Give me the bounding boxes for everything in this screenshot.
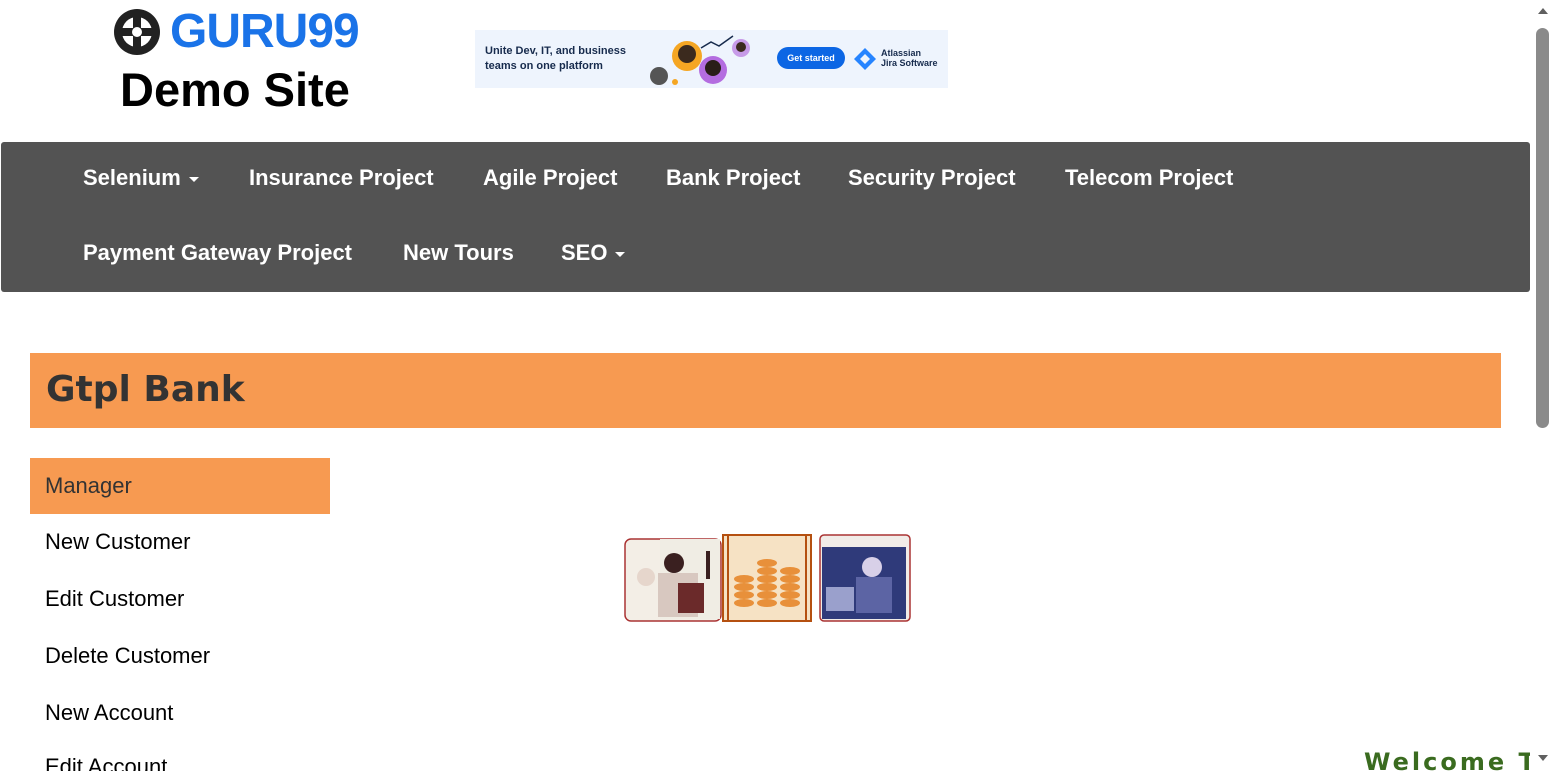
- nav-selenium[interactable]: Selenium: [83, 163, 199, 193]
- get-started-button[interactable]: Get started: [777, 47, 845, 69]
- scroll-up-arrow-icon[interactable]: [1538, 8, 1548, 14]
- welcome-marquee: Welcome To Manager's Page of Guru99 Bank: [1364, 748, 1530, 771]
- caret-down-icon: [615, 251, 626, 257]
- sidebar-item-edit-account[interactable]: Edit Account: [45, 752, 167, 771]
- bank-banner-image: [624, 534, 911, 622]
- nav-seo[interactable]: SEO: [561, 238, 626, 268]
- nav-agile-project[interactable]: Agile Project: [483, 163, 617, 193]
- scroll-down-arrow-icon[interactable]: [1538, 755, 1548, 761]
- sidebar-item-new-account[interactable]: New Account: [45, 698, 173, 728]
- sidebar-heading-label: Manager: [45, 473, 132, 498]
- nav-insurance-project[interactable]: Insurance Project: [249, 163, 434, 193]
- bank-header: Gtpl Bank: [30, 353, 1501, 428]
- site-logo[interactable]: GURU99: [108, 6, 378, 58]
- sidebar-heading-manager[interactable]: Manager: [30, 458, 330, 514]
- nav-bank-project[interactable]: Bank Project: [666, 163, 801, 193]
- ad-headline: Unite Dev, IT, and business teams on one…: [485, 45, 626, 72]
- sidebar-item-edit-customer[interactable]: Edit Customer: [45, 584, 184, 614]
- main-navbar: Selenium Insurance Project Agile Project…: [1, 142, 1530, 292]
- logo-text: GURU99: [170, 5, 360, 58]
- ad-banner[interactable]: Unite Dev, IT, and business teams on one…: [475, 30, 948, 88]
- sidebar-item-new-customer[interactable]: New Customer: [45, 527, 190, 557]
- nav-security-project[interactable]: Security Project: [848, 163, 1016, 193]
- ad-brand-name: Atlassian Jira Software: [881, 48, 938, 68]
- nav-new-tours[interactable]: New Tours: [403, 238, 514, 268]
- page-scrollbar[interactable]: [1532, 0, 1554, 771]
- caret-down-icon: [188, 176, 199, 182]
- bank-title: Gtpl Bank: [46, 369, 245, 410]
- ad-brand-line1: Atlassian: [881, 48, 922, 58]
- nav-seo-label: SEO: [561, 240, 608, 265]
- ad-brand-line2: Jira Software: [881, 58, 938, 68]
- ad-illustration: [650, 35, 750, 85]
- nav-selenium-label: Selenium: [83, 165, 181, 190]
- nav-telecom-project[interactable]: Telecom Project: [1065, 163, 1233, 193]
- jira-diamond-icon: [854, 48, 876, 70]
- scroll-thumb[interactable]: [1536, 28, 1549, 428]
- nav-payment-gateway-project[interactable]: Payment Gateway Project: [83, 238, 352, 268]
- guru99-logo-icon: [114, 9, 160, 55]
- sidebar-item-delete-customer[interactable]: Delete Customer: [45, 641, 210, 671]
- site-subtitle: Demo Site: [120, 63, 350, 116]
